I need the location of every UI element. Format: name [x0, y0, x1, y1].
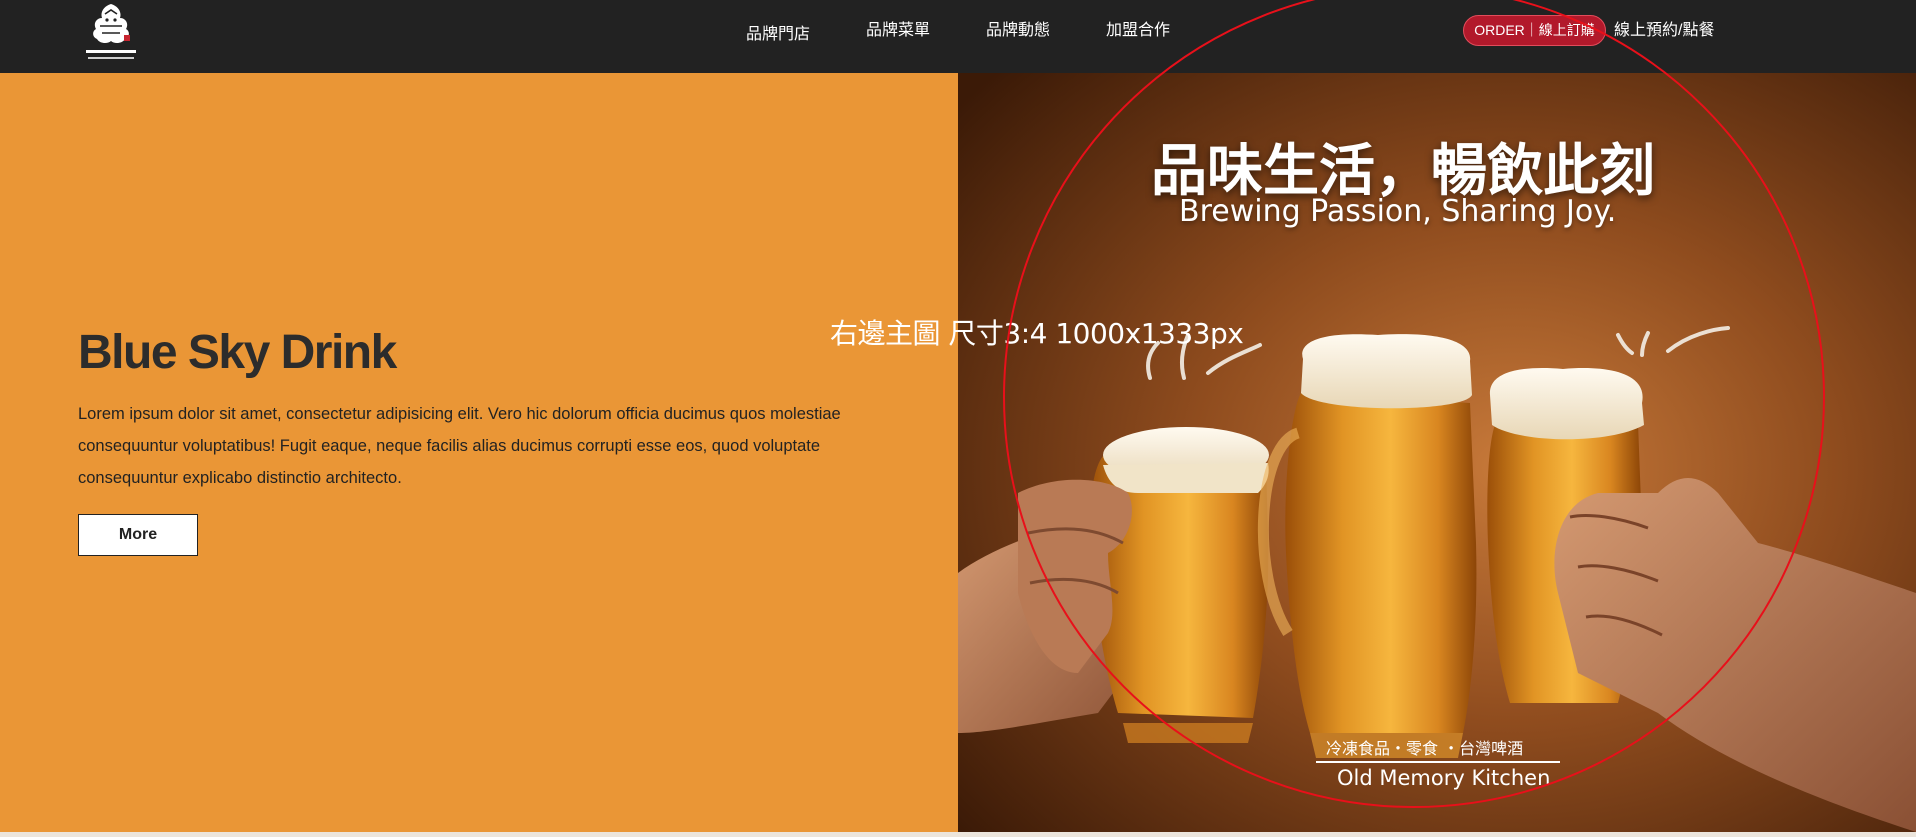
tagline-chinese: 冷凍食品・零食 ・台灣啤酒: [1326, 739, 1524, 758]
nav-item-menu[interactable]: 品牌菜單: [866, 20, 930, 42]
headline-english: Brewing Passion, Sharing Joy.: [1179, 194, 1617, 229]
reserve-order-link[interactable]: 線上預約/點餐: [1614, 20, 1714, 42]
tagline-english: Old Memory Kitchen: [1337, 766, 1551, 790]
brand-logo-icon[interactable]: [78, 0, 144, 66]
nav-item-franchise[interactable]: 加盟合作: [1106, 20, 1170, 42]
page-bottom-strip: [0, 832, 1916, 837]
nav-item-news[interactable]: 品牌動態: [986, 20, 1050, 42]
tagline-divider: [1316, 761, 1560, 763]
hero-image: 品味生活，暢飲此刻 Brewing Passion, Sharing Joy. …: [958, 73, 1916, 832]
top-navigation-bar: 品牌門店 品牌菜單 品牌動態 加盟合作 ORDER｜線上訂購 線上預約/點餐: [0, 0, 1916, 73]
more-button[interactable]: More: [78, 514, 198, 556]
order-online-button[interactable]: ORDER｜線上訂購: [1463, 15, 1606, 46]
hero-description: Lorem ipsum dolor sit amet, consectetur …: [78, 405, 841, 487]
hero-title: Blue Sky Drink: [78, 326, 397, 379]
image-size-note: 右邊主圖 尺寸3:4 1000x1333px: [830, 317, 1244, 350]
nav-item-stores[interactable]: 品牌門店: [746, 24, 810, 46]
hero-text-panel: Blue Sky Drink Lorem ipsum dolor sit ame…: [0, 73, 958, 832]
